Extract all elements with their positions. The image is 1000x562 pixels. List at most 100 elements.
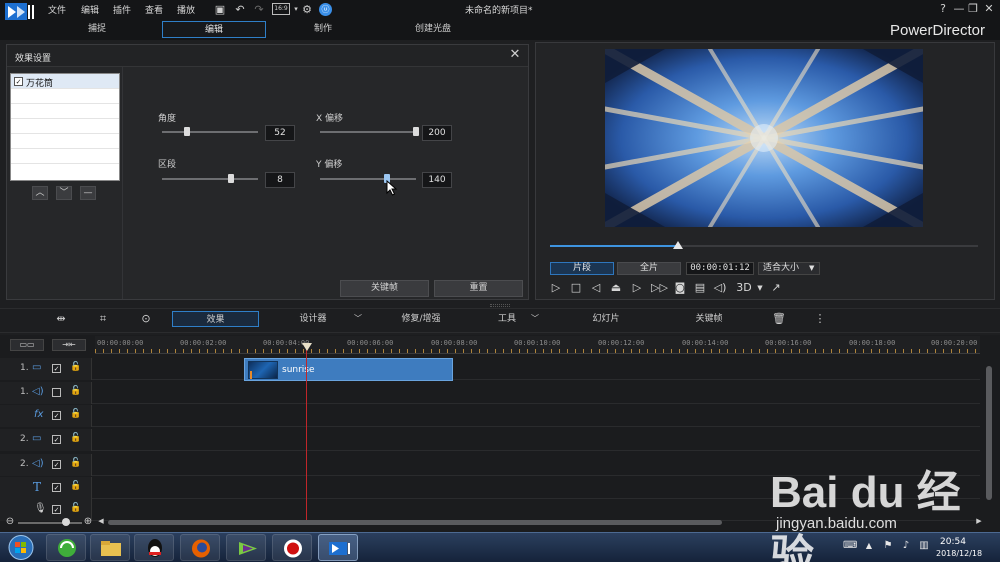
taskbar-powerdirector[interactable] [318,534,358,561]
track-manager-button[interactable]: ▭▭ [10,339,44,351]
restore-button[interactable]: ❐ [966,2,980,16]
effect-tool-button[interactable]: 效果 [172,311,259,327]
designer-tool-button[interactable]: 设计器 [285,311,341,327]
scroll-left-icon[interactable]: ◀ [96,517,106,527]
track-enable-checkbox[interactable] [52,388,61,397]
split-icon[interactable]: ⏏ [609,281,623,295]
fit-timeline-button[interactable]: ⇥⇤ [52,339,86,351]
angle-slider-thumb[interactable] [184,127,190,136]
track-enable-checkbox[interactable]: ✓ [52,411,61,420]
move-down-button[interactable]: ﹀ [56,186,72,200]
slideshow-button[interactable]: 幻灯片 [578,311,634,327]
more-options-icon[interactable]: ⋮ [812,311,828,327]
trash-icon[interactable]: 🗑 [771,311,787,327]
3d-toggle-button[interactable]: 3D [735,281,753,295]
segment-slider-thumb[interactable] [228,174,234,183]
keyframe-button[interactable]: 关键帧 [340,280,429,297]
account-icon[interactable]: ⓤ [319,3,332,16]
3d-dropdown-icon[interactable]: ▼ [753,281,767,295]
track-enable-checkbox[interactable]: ✓ [52,435,61,444]
x-offset-slider-track[interactable] [320,131,416,133]
zoom-slider-track[interactable] [18,522,82,524]
tools-button[interactable]: 工具 [486,311,528,327]
segment-value-input[interactable]: 8 [265,172,295,188]
subtitle-icon[interactable]: ▤ [693,281,707,295]
windows-start-button[interactable] [4,534,38,561]
segment-slider-track[interactable] [162,178,258,180]
volume-icon[interactable]: ◁) [713,281,727,295]
menu-file[interactable]: 文件 [48,3,66,16]
taskbar-media-player[interactable] [226,534,266,561]
lock-icon[interactable]: 🔓 [70,481,81,491]
panel-resize-grip[interactable] [490,304,510,307]
zoom-in-button[interactable]: ⊕ [83,517,93,527]
tab-capture[interactable]: 捕捉 [50,21,144,38]
y-offset-value-input[interactable]: 140 [422,172,452,188]
crop-icon[interactable]: ⌗ [95,311,111,327]
fix-enhance-button[interactable]: 修复/增强 [390,311,452,327]
lock-icon[interactable]: 🔓 [70,458,81,468]
reset-button[interactable]: 重置 [434,280,523,297]
settings-gear-icon[interactable]: ⚙ [300,3,314,16]
tab-produce[interactable]: 制作 [276,21,370,38]
preview-progress-thumb[interactable] [673,241,683,249]
zoom-out-button[interactable]: ⊖ [5,517,15,527]
edit-dropdown-icon[interactable]: ⊙ [138,311,154,327]
next-frame-icon[interactable]: ▷ [630,281,644,295]
tab-edit[interactable]: 编辑 [162,21,266,38]
menu-play[interactable]: 播放 [177,3,195,16]
effect-enable-checkbox[interactable]: ✓ [14,77,23,86]
track-enable-checkbox[interactable]: ✓ [52,505,61,514]
menu-edit[interactable]: 编辑 [81,3,99,16]
x-offset-value-input[interactable]: 200 [422,125,452,141]
taskbar-firefox[interactable] [180,534,220,561]
x-offset-slider-thumb[interactable] [413,127,419,136]
fast-forward-icon[interactable]: ▷▷ [651,281,668,295]
y-offset-slider-track[interactable] [320,178,416,180]
angle-value-input[interactable]: 52 [265,125,295,141]
aspect-ratio-button[interactable]: 16:9 [272,3,290,15]
timecode-display[interactable]: 00:00:01:12 [686,262,754,275]
track-enable-checkbox[interactable]: ✓ [52,483,61,492]
move-up-button[interactable]: ︿ [32,186,48,200]
zoom-slider-thumb[interactable] [62,518,70,526]
track-enable-checkbox[interactable]: ✓ [52,460,61,469]
stop-icon[interactable]: □ [569,281,583,295]
menu-plugins[interactable]: 插件 [113,3,131,16]
snapshot-camera-icon[interactable]: ◙ [673,281,687,295]
menu-view[interactable]: 查看 [145,3,163,16]
lock-icon[interactable]: 🔓 [70,503,81,513]
track-enable-checkbox[interactable]: ✓ [52,364,61,373]
lock-icon[interactable]: 🔓 [70,409,81,419]
keyframe-toolbar-button[interactable]: 关键帧 [683,311,735,327]
lock-icon[interactable]: 🔓 [70,386,81,396]
close-button[interactable]: ✕ [982,2,996,16]
taskbar-file-explorer[interactable] [90,534,130,561]
angle-slider-track[interactable] [162,131,258,133]
help-button[interactable]: ? [936,2,950,16]
designer-dropdown-icon[interactable]: ﹀ [350,311,366,327]
playhead-handle[interactable] [302,343,312,351]
taskbar-qq[interactable] [134,534,174,561]
clip-mode-button[interactable]: 片段 [550,262,614,275]
lock-icon[interactable]: 🔓 [70,362,81,372]
redo-icon[interactable]: ↷ [252,3,266,16]
lock-icon[interactable]: 🔓 [70,433,81,443]
save-icon[interactable]: ▣ [213,3,227,16]
movie-mode-button[interactable]: 全片 [617,262,681,275]
tab-create-disc[interactable]: 创建光盘 [386,21,480,38]
undo-icon[interactable]: ↶ [233,3,247,16]
remove-effect-button[interactable]: — [80,186,96,200]
minimize-button[interactable]: — [952,2,966,16]
effect-list-item[interactable]: ✓ 万花筒 [11,74,119,89]
split-clip-icon[interactable]: ⇹ [53,311,69,327]
previous-frame-icon[interactable]: ◁ [589,281,603,295]
timeline-horizontal-scrollbar[interactable] [108,520,722,525]
fit-size-select[interactable]: 适合大小 ▼ [758,262,820,275]
close-panel-icon[interactable]: ✕ [507,47,523,63]
tools-dropdown-icon[interactable]: ﹀ [527,311,543,327]
play-icon[interactable]: ▷ [549,281,563,295]
undock-preview-icon[interactable]: ↗ [769,281,783,295]
taskbar-recorder[interactable] [272,534,312,561]
taskbar-browser-360[interactable] [46,534,86,561]
